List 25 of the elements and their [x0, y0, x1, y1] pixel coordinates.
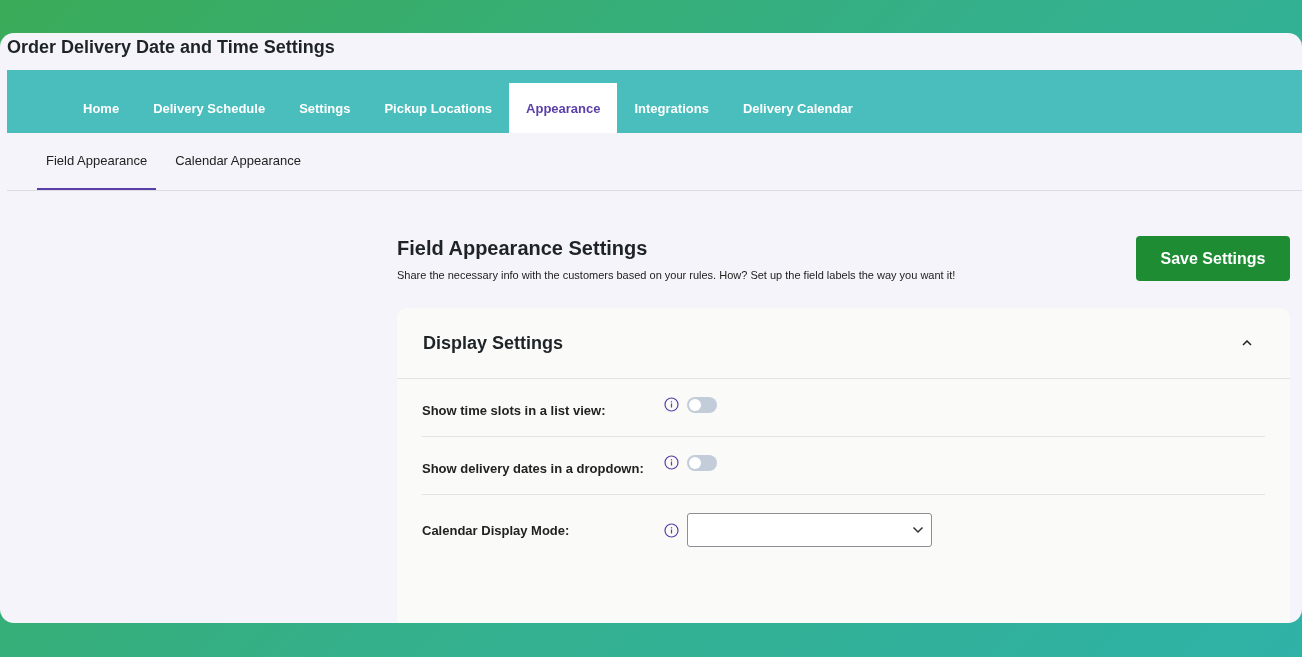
save-button[interactable]: Save Settings — [1136, 236, 1290, 281]
page-title: Order Delivery Date and Time Settings — [6, 36, 336, 59]
toggle-switch[interactable] — [687, 397, 717, 413]
sub-tab[interactable]: Field Appearance — [37, 133, 157, 190]
chevron-down-icon — [912, 526, 924, 534]
nav-tab[interactable]: Delivery Schedule — [136, 83, 283, 133]
nav-tab[interactable]: Delivery Calendar — [725, 83, 870, 133]
setting-label: Show time slots in a list view: — [422, 402, 607, 420]
info-icon[interactable] — [664, 397, 679, 412]
nav-tab[interactable]: Settings — [282, 83, 368, 133]
nav-tab[interactable]: Integrations — [617, 83, 726, 133]
setting-label: Show delivery dates in a dropdown: — [422, 460, 645, 478]
info-icon[interactable] — [664, 455, 679, 470]
nav-tab[interactable]: Appearance — [509, 83, 618, 133]
section-heading: Field Appearance Settings — [397, 237, 649, 260]
info-icon[interactable] — [664, 522, 679, 538]
section-description: Share the necessary info with the customers based on your rules. How? Set up the field labels the way you want it! — [397, 269, 956, 281]
card-title: Display Settings — [423, 332, 564, 354]
caret-up-icon[interactable] — [1242, 340, 1252, 346]
nav-tab[interactable]: Home — [66, 83, 137, 133]
dropdown-field[interactable] — [687, 513, 932, 547]
toggle-switch[interactable] — [687, 455, 717, 471]
setting-label: Calendar Display Mode: — [422, 521, 571, 540]
sub-tab[interactable]: Calendar Appearance — [166, 133, 310, 190]
nav-tab[interactable]: Pickup Locations — [367, 83, 510, 133]
